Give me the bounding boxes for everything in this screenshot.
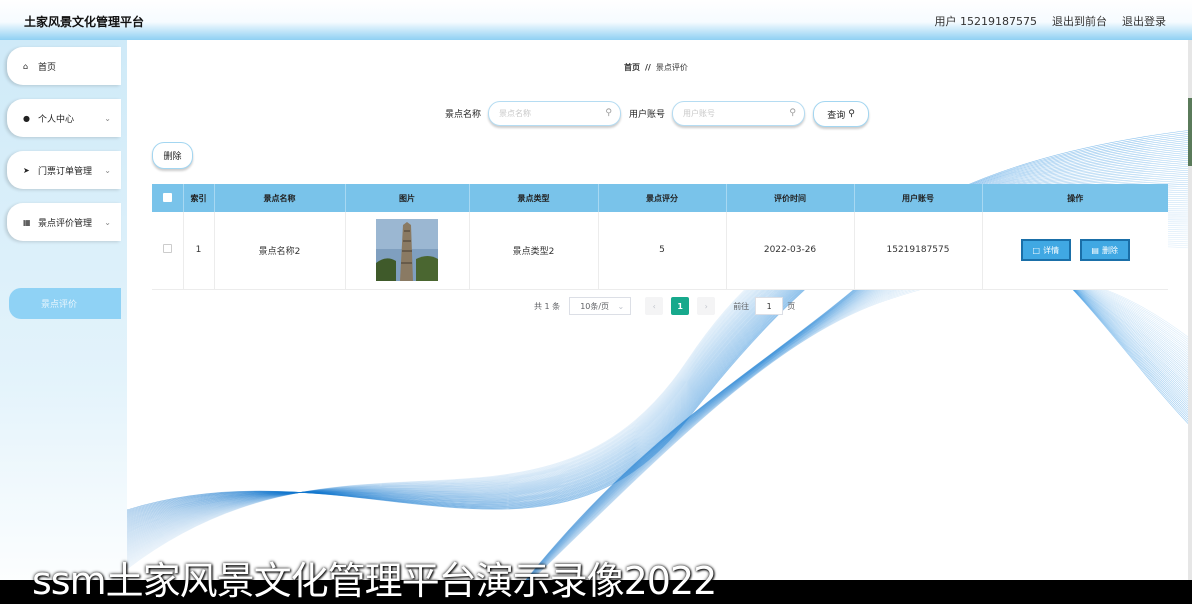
- user-icon: ●: [23, 113, 30, 123]
- spot-name-label: 景点名称: [445, 110, 482, 120]
- pagination: 共 1 条 10条/页 ⌄ ‹ 1 › 前往 1 页: [534, 297, 795, 315]
- sidebar-item-ticket-orders[interactable]: ➤ 门票订单管理 ⌄: [7, 151, 121, 189]
- total-count: 共 1 条: [534, 301, 561, 311]
- delete-button-label: 删除: [1101, 245, 1118, 255]
- table-row: 1 景点名称2 景点类型2 5 2022-03-26 15219187575 □…: [152, 212, 1168, 290]
- column-header: 索引: [183, 184, 215, 212]
- sidebar-item-home[interactable]: ⌂ 首页: [7, 47, 121, 85]
- edit-icon: ▦: [23, 217, 31, 227]
- breadcrumb-separator: //: [645, 63, 651, 72]
- scrollbar-thumb[interactable]: [1188, 98, 1192, 166]
- goto-label: 前往: [733, 301, 750, 311]
- user-account-filter: 用户账号 用户账号 ⚲: [629, 101, 806, 126]
- search-icon: ⚲: [605, 108, 613, 118]
- detail-button-label: 详情: [1043, 245, 1060, 255]
- sidebar-item-label: 景点评价管理: [38, 218, 93, 229]
- user-account-label: 用户账号: [629, 110, 666, 120]
- spot-type-cell: 景点类型2: [469, 212, 599, 290]
- breadcrumb: 首页 // 景点评价: [624, 62, 688, 73]
- select-all-cell[interactable]: [152, 184, 184, 212]
- sidebar-item-review-management[interactable]: ▦ 景点评价管理 ⌄: [7, 203, 121, 241]
- top-bar: 土家风景文化管理平台 用户 15219187575 退出到前台 退出登录: [0, 0, 1192, 40]
- sidebar-subitem-reviews[interactable]: 景点评价: [9, 288, 121, 319]
- logout-link[interactable]: 退出登录: [1122, 13, 1166, 29]
- column-header: 景点评分: [598, 184, 727, 212]
- time-cell: 2022-03-26: [726, 212, 855, 290]
- row-checkbox[interactable]: [162, 244, 172, 254]
- search-icon: ⚲: [789, 108, 797, 118]
- document-icon: □: [1032, 245, 1041, 255]
- goto-page-input[interactable]: 1: [755, 297, 784, 315]
- reviews-table: 索引 景点名称 图片 景点类型 景点评分 评价时间 用户账号 操作 1 景点名称…: [152, 184, 1168, 290]
- sidebar-item-label: 门票订单管理: [38, 166, 93, 177]
- column-header: 景点类型: [469, 184, 599, 212]
- prev-page-button[interactable]: ‹: [645, 297, 664, 315]
- index-cell: 1: [183, 212, 215, 290]
- sidebar-item-label: 首页: [38, 62, 57, 73]
- select-all-checkbox[interactable]: [162, 192, 172, 202]
- detail-button[interactable]: □ 详情: [1020, 239, 1071, 262]
- row-select-cell[interactable]: [152, 212, 184, 290]
- chevron-right-icon: ›: [704, 301, 708, 311]
- chevron-down-icon: ⌄: [104, 113, 111, 123]
- breadcrumb-current: 景点评价: [655, 63, 688, 72]
- spot-name-filter: 景点名称 景点名称 ⚲: [445, 101, 622, 126]
- spot-thumbnail-image[interactable]: [376, 219, 438, 282]
- account-cell: 15219187575: [854, 212, 983, 290]
- column-header: 评价时间: [726, 184, 855, 212]
- search-icon: ⚲: [848, 109, 855, 119]
- score-cell: 5: [598, 212, 727, 290]
- send-icon: ➤: [23, 165, 30, 175]
- column-header: 用户账号: [854, 184, 983, 212]
- column-header: 图片: [345, 184, 470, 212]
- next-page-button[interactable]: ›: [697, 297, 716, 315]
- image-cell: [345, 212, 470, 290]
- vertical-scrollbar[interactable]: [1188, 40, 1192, 600]
- page-size-value: 10条/页: [580, 301, 610, 311]
- delete-button[interactable]: ▤ 删除: [1079, 239, 1130, 262]
- operations-cell: □ 详情 ▤ 删除: [982, 212, 1168, 290]
- app-title: 土家风景文化管理平台: [24, 15, 145, 29]
- chevron-left-icon: ‹: [652, 301, 656, 311]
- top-right-links: 用户 15219187575 退出到前台 退出登录: [935, 13, 1166, 29]
- query-button-label: 查询: [827, 110, 846, 121]
- page-number-button[interactable]: 1: [671, 297, 690, 315]
- main-content: 首页 // 景点评价 景点名称 景点名称 ⚲ 用户账号 用户账号 ⚲ 查询 ⚲ 删除…: [127, 40, 1192, 604]
- spot-name-input[interactable]: 景点名称 ⚲: [488, 101, 622, 126]
- current-user: 用户 15219187575: [934, 15, 1037, 28]
- home-icon: ⌂: [23, 61, 29, 71]
- page-unit-label: 页: [787, 301, 796, 311]
- spot-name-cell: 景点名称2: [214, 212, 346, 290]
- trash-icon: ▤: [1091, 245, 1099, 255]
- sidebar: ⌂ 首页 ● 个人中心 ⌄ ➤ 门票订单管理 ⌄ ▦ 景点评价管理 ⌄ 景点评价: [0, 40, 127, 604]
- page-size-select[interactable]: 10条/页 ⌄: [569, 297, 632, 315]
- chevron-down-icon: ⌄: [104, 165, 111, 175]
- table-header-row: 索引 景点名称 图片 景点类型 景点评分 评价时间 用户账号 操作: [152, 184, 1168, 212]
- column-header: 操作: [982, 184, 1168, 212]
- back-to-front-link[interactable]: 退出到前台: [1052, 13, 1107, 29]
- sidebar-item-profile[interactable]: ● 个人中心 ⌄: [7, 99, 121, 137]
- user-account-input[interactable]: 用户账号 ⚲: [672, 101, 806, 126]
- chevron-down-icon: ⌄: [617, 301, 625, 311]
- query-button[interactable]: 查询 ⚲: [813, 101, 869, 127]
- video-caption: ssm土家风景文化管理平台演示录像2022: [32, 559, 717, 603]
- user-account-placeholder: 用户账号: [683, 109, 716, 118]
- chevron-down-icon: ⌄: [104, 217, 111, 227]
- column-header: 景点名称: [214, 184, 346, 212]
- spot-name-placeholder: 景点名称: [499, 109, 532, 118]
- breadcrumb-home[interactable]: 首页: [624, 63, 640, 72]
- batch-delete-button[interactable]: 删除: [152, 142, 193, 169]
- sidebar-item-label: 个人中心: [38, 114, 75, 125]
